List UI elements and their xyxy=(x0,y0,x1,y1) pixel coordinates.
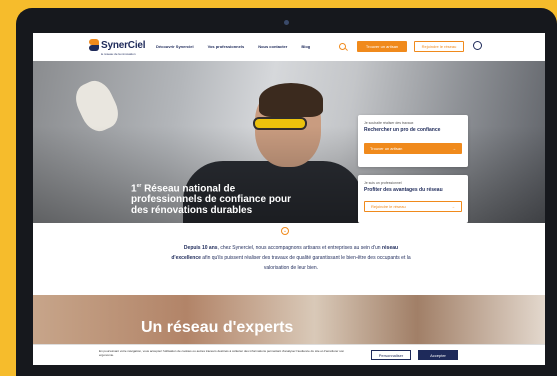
top-nav: SynerCiel le réseau de la rénovation Déc… xyxy=(33,33,545,61)
logo[interactable]: SynerCiel le réseau de la rénovation xyxy=(89,39,146,56)
find-artisan-button[interactable]: Trouver un artisan xyxy=(357,41,407,52)
card-find-artisan-button[interactable]: Trouver un artisan → xyxy=(364,143,462,154)
cookie-text: En poursuivant votre navigation, vous ac… xyxy=(99,349,345,357)
menu-item-blog[interactable]: Blog xyxy=(301,44,310,49)
menu-item-professionals[interactable]: Vos professionnels xyxy=(208,44,245,49)
cookie-customize-button[interactable]: Personnaliser xyxy=(371,350,411,360)
main-menu: Découvrir Synerciel Vos professionnels N… xyxy=(156,44,310,49)
arrow-right-icon: → xyxy=(452,146,456,151)
search-icon[interactable] xyxy=(339,43,346,50)
logo-icon xyxy=(89,39,99,51)
card-find-pro-kicker: Je souhaite réaliser des travaux xyxy=(364,121,414,125)
user-account-icon[interactable] xyxy=(473,41,482,50)
card-join-label: Rejoindre le réseau xyxy=(371,204,406,209)
menu-item-contact[interactable]: Nous contacter xyxy=(258,44,287,49)
hero-title: 1er Réseau national de professionnels de… xyxy=(131,181,301,216)
experts-title: Un réseau d'experts xyxy=(141,319,294,336)
intro-text-2: afin qu'ils puissent réaliser des travau… xyxy=(200,255,411,271)
card-find-artisan-label: Trouver un artisan xyxy=(370,146,403,151)
card-join-button[interactable]: Rejoindre le réseau → xyxy=(364,201,462,212)
menu-item-discover[interactable]: Découvrir Synerciel xyxy=(156,44,194,49)
intro-bold-1: Depuis 10 ans xyxy=(183,245,218,251)
join-network-button[interactable]: Rejoindre le réseau xyxy=(414,41,464,52)
screen: SynerCiel le réseau de la rénovation Déc… xyxy=(33,33,545,365)
card-join-title: Profiter des avantages du réseau xyxy=(364,187,443,193)
hero-title-text: Réseau national de professionnels de con… xyxy=(131,183,292,217)
card-find-pro-title: Rechercher un pro de confiance xyxy=(364,127,441,133)
chevron-down-icon[interactable]: ⌄ xyxy=(281,227,289,235)
intro-text-1: , chez Synerciel, nous accompagnons arti… xyxy=(217,245,382,251)
intro-section: ⌄ Depuis 10 ans, chez Synerciel, nous ac… xyxy=(33,223,545,295)
laptop-frame: SynerCiel le réseau de la rénovation Déc… xyxy=(16,8,557,376)
brand-name: SynerCiel xyxy=(101,39,146,51)
card-join: Je suis un professionnel Profiter des av… xyxy=(358,175,468,223)
webcam-icon xyxy=(284,20,289,25)
hero-banner: 1er Réseau national de professionnels de… xyxy=(33,61,545,223)
arrow-right-icon: → xyxy=(451,204,455,209)
intro-paragraph: Depuis 10 ans, chez Synerciel, nous acco… xyxy=(171,243,411,273)
cookie-banner: En poursuivant votre navigation, vous ac… xyxy=(33,344,545,365)
card-find-pro: Je souhaite réaliser des travaux Recherc… xyxy=(358,115,468,167)
brand-tagline: le réseau de la rénovation xyxy=(101,52,136,56)
card-join-kicker: Je suis un professionnel xyxy=(364,181,402,185)
cookie-accept-button[interactable]: Accepter xyxy=(418,350,458,360)
